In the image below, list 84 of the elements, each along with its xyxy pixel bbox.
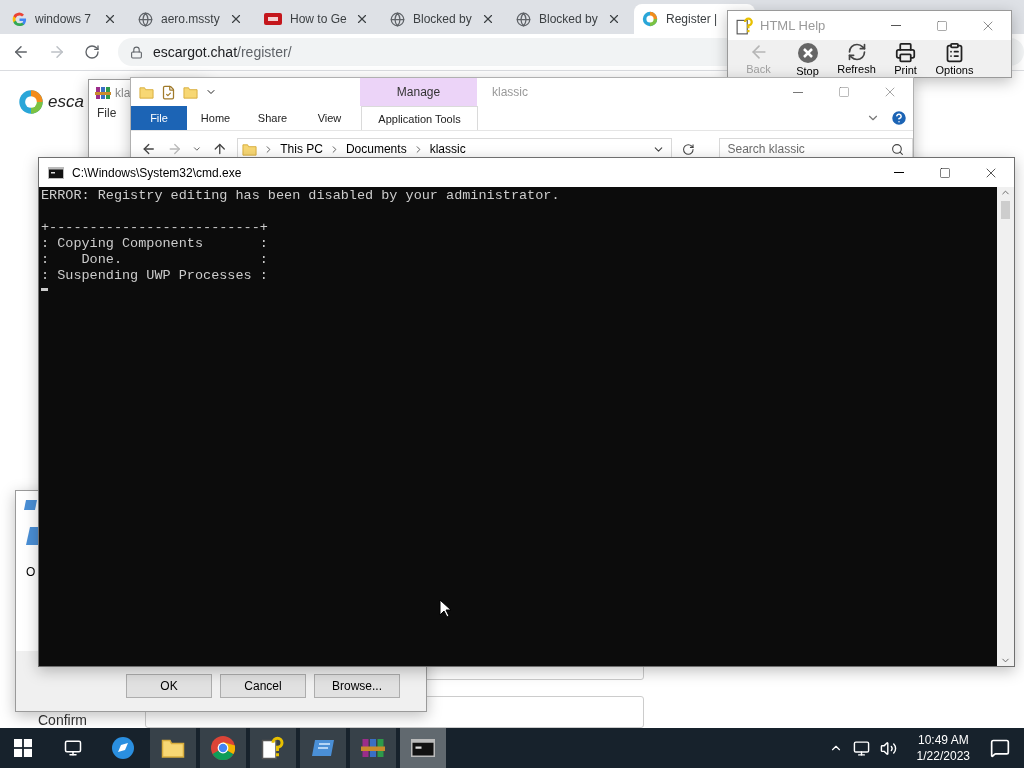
console-line: ERROR: Registry editing has been disabled by your administrator. [41, 188, 561, 204]
lock-icon [130, 45, 143, 59]
google-icon [12, 11, 27, 27]
recent-icon[interactable] [192, 144, 202, 154]
close-icon[interactable] [355, 12, 369, 26]
refresh-icon [846, 42, 867, 62]
logo-text: esca [48, 92, 84, 112]
dialog-button[interactable]: Browse... [314, 674, 400, 698]
archive-books-icon [361, 736, 385, 760]
clock[interactable]: 10:49 AM 1/22/2023 [916, 732, 970, 764]
back-icon[interactable] [12, 43, 30, 61]
window-title: C:\Windows\System32\cmd.exe [72, 165, 242, 180]
mouse-pointer-icon [439, 599, 451, 618]
taskbar-app-button[interactable] [300, 728, 346, 768]
breadcrumb-item[interactable]: This PC [280, 142, 323, 156]
browser-tab[interactable]: aero.mssty [130, 4, 251, 34]
console-icon [411, 739, 435, 757]
folder-icon [139, 84, 154, 100]
properties-icon[interactable] [161, 84, 176, 100]
close-icon[interactable] [103, 12, 117, 26]
open-label: O [26, 565, 37, 579]
browser-tab[interactable]: Blocked by [382, 4, 503, 34]
escargot-logo-icon [642, 11, 658, 27]
console-line: : Suspending UWP Processes : [41, 268, 269, 284]
console-line: : Done. : [41, 252, 269, 268]
help-icon[interactable] [890, 109, 908, 127]
console-icon [48, 166, 64, 179]
minimize-icon [891, 25, 901, 26]
taskbar-app-button[interactable] [200, 728, 246, 768]
globe-icon [390, 11, 405, 27]
field-label: Confirm [37, 713, 88, 728]
console-line: : Copying Components : [41, 236, 269, 252]
notifications-icon[interactable] [990, 738, 1010, 758]
help-document-icon [736, 16, 754, 35]
compass-app-icon [111, 736, 135, 760]
video-icon [264, 13, 282, 25]
maximize-icon [939, 166, 951, 179]
maximize-icon [838, 86, 850, 98]
browser-tab[interactable]: Blocked by [508, 4, 629, 34]
window-title: kla [115, 86, 131, 100]
close-icon[interactable] [481, 12, 495, 26]
search-icon [891, 142, 904, 156]
minimize-icon [793, 91, 803, 93]
window-app-icon [311, 738, 335, 758]
globe-icon [138, 11, 153, 27]
console-line: +--------------------------+ [41, 220, 269, 236]
dialog-button[interactable]: OK [126, 674, 212, 698]
breadcrumb-item[interactable]: Documents [345, 142, 407, 156]
close-icon[interactable] [229, 12, 243, 26]
globe-icon [516, 11, 531, 27]
taskbar-app-button[interactable] [400, 728, 446, 768]
escargot-logo-icon [18, 89, 44, 115]
ribbon-tab[interactable]: Application Tools [361, 106, 478, 130]
folder-icon [183, 84, 198, 100]
reload-icon[interactable] [84, 44, 100, 60]
help-document-icon [261, 736, 285, 760]
browser-tab[interactable]: windows 7 [4, 4, 125, 34]
speaker-icon[interactable] [879, 739, 897, 757]
window-title: HTML Help [760, 18, 826, 33]
printer-icon [895, 42, 916, 63]
close-icon[interactable] [607, 12, 621, 26]
browser-tab[interactable]: How to Ge [256, 4, 377, 34]
menu-item[interactable]: File [97, 106, 117, 120]
stop-icon [796, 42, 819, 64]
back-icon[interactable] [141, 141, 157, 157]
taskbar-app-button[interactable] [250, 728, 296, 768]
refresh-icon[interactable] [681, 142, 695, 156]
archive-books-icon [95, 85, 111, 101]
clipboard-icon [944, 42, 965, 63]
task-view-icon [64, 739, 82, 757]
breadcrumb-item[interactable]: klassic [429, 142, 466, 156]
dialog-app-icon [24, 500, 37, 510]
text-cursor [41, 288, 48, 291]
window-title: klassic [491, 85, 528, 99]
taskbar-app-button[interactable] [150, 728, 196, 768]
context-tab-header: Manage [360, 78, 477, 106]
chrome-icon [211, 736, 235, 760]
minimize-icon [894, 172, 904, 173]
network-icon[interactable] [852, 739, 870, 757]
scrollbar-thumb[interactable] [1001, 201, 1010, 219]
windows-logo-icon[interactable] [14, 739, 32, 757]
ribbon-tab[interactable]: File [131, 106, 187, 130]
dialog-button[interactable]: Cancel [220, 674, 306, 698]
maximize-icon [936, 19, 948, 32]
